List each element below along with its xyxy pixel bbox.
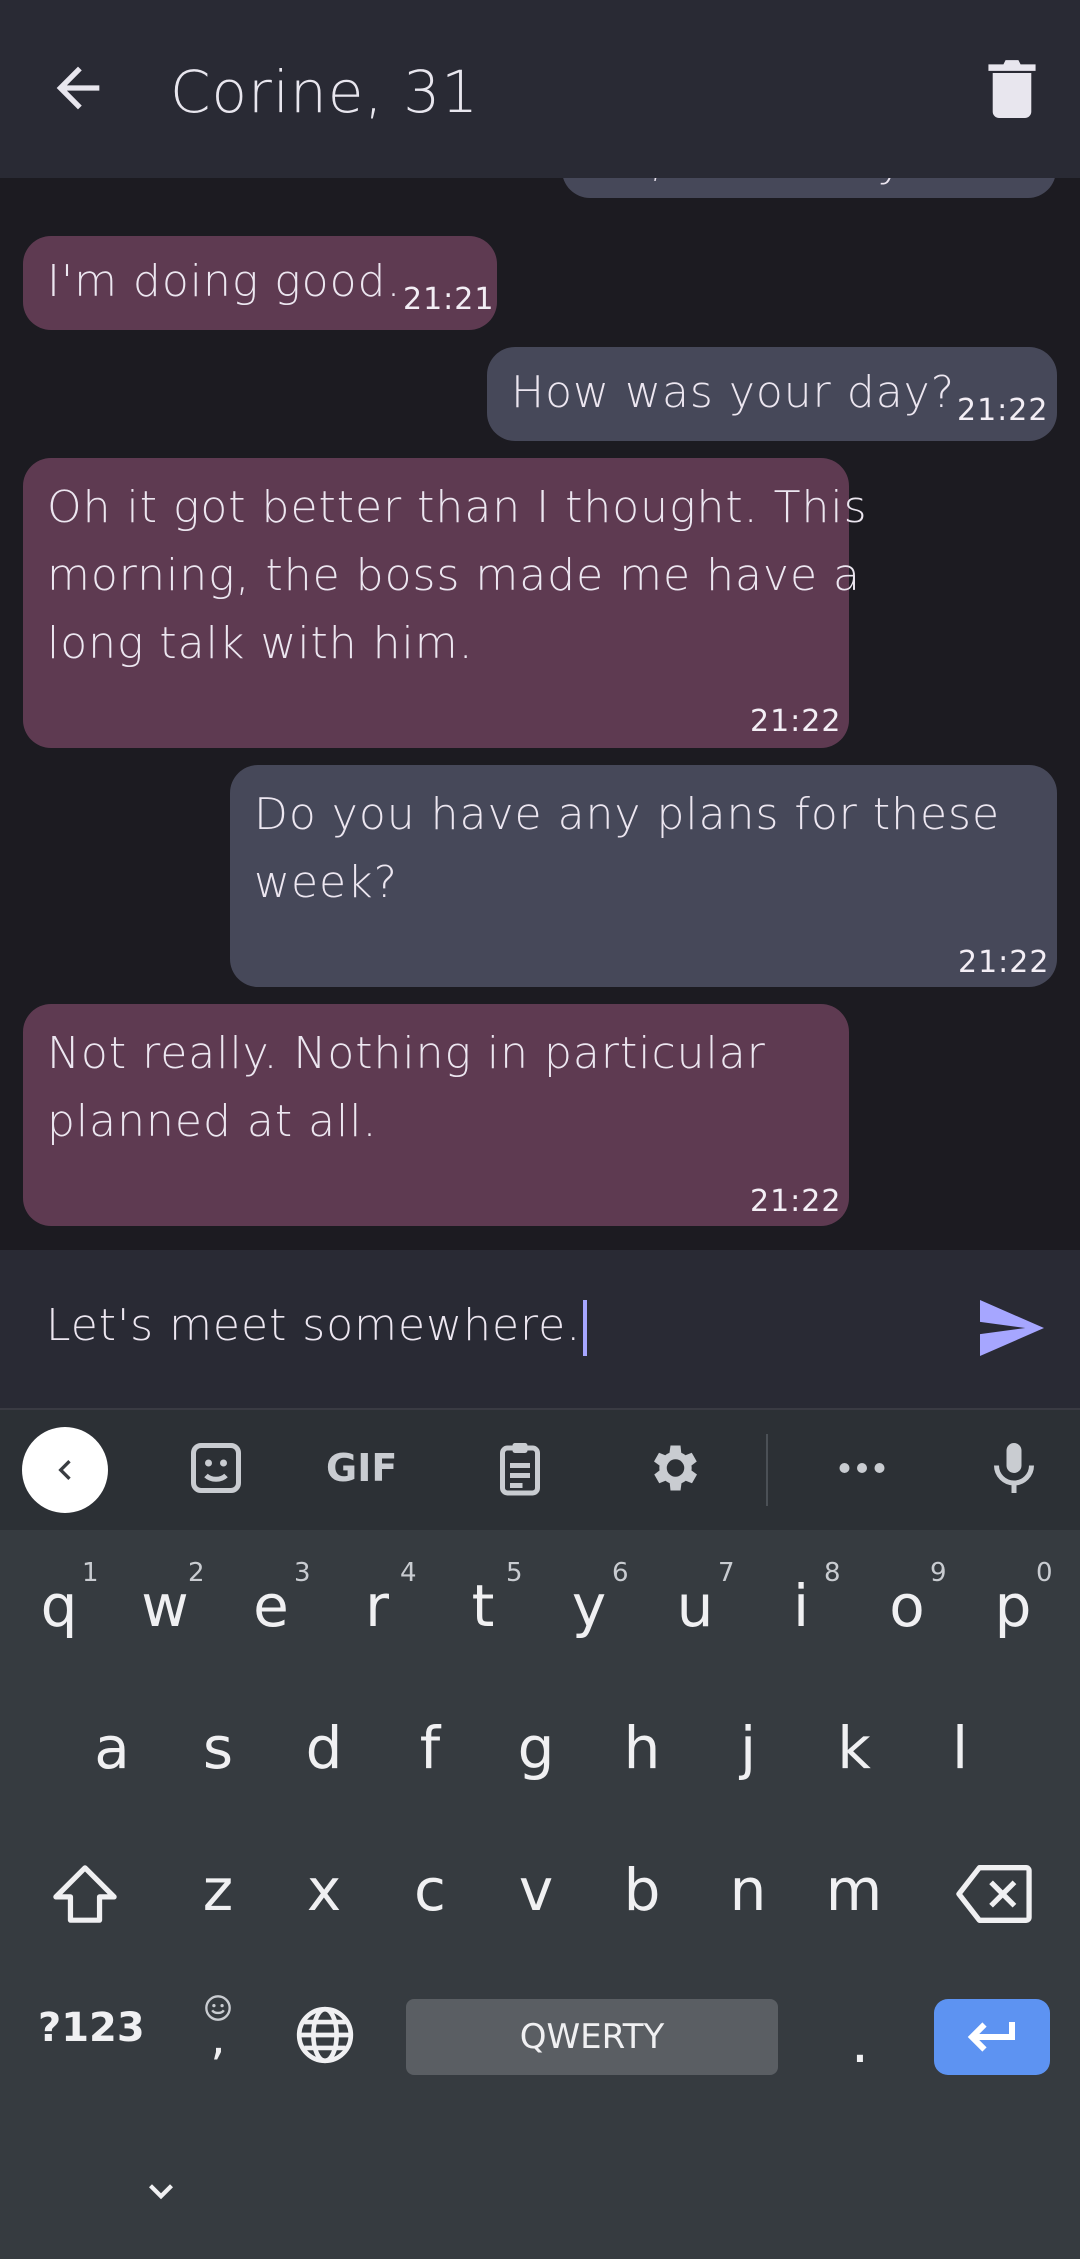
message-incoming[interactable]: Oh it got better than I thought. This mo… [23,458,867,748]
keyboard: GIF [0,1410,1080,2259]
clipboard-icon[interactable] [490,1438,550,1498]
sticker-icon[interactable] [186,1438,246,1498]
period-key[interactable]: . [810,2008,910,2076]
key-l[interactable]: l [910,1714,1010,1782]
mic-icon[interactable] [984,1438,1044,1498]
message-list[interactable]: Hi, how are you? 21:21 I'm doing good. 2… [0,178,1080,1250]
key-hint: 9 [930,1558,947,1588]
message-composer: Let's meet somewhere. [0,1250,1080,1410]
key-d[interactable]: d [274,1714,374,1782]
message-text: Hi, how are you? [602,178,985,196]
symbols-key[interactable]: ?123 [38,2005,145,2051]
toolbar-divider [766,1434,768,1506]
key-j[interactable]: j [698,1714,798,1782]
key-g[interactable]: g [486,1714,586,1782]
more-icon[interactable] [832,1438,892,1498]
key-a[interactable]: a [62,1714,162,1782]
key-n[interactable]: n [698,1856,798,1924]
message-time: 21:22 [957,393,1049,428]
gear-icon[interactable] [643,1438,703,1498]
key-h[interactable]: h [592,1714,692,1782]
send-icon[interactable] [980,1300,1044,1356]
key-v[interactable]: v [486,1856,586,1924]
message-text: Do you have any plans for these week? [254,789,1001,908]
back-arrow-icon[interactable] [46,56,110,120]
message-text: Oh it got better than I thought. This mo… [47,482,868,669]
key-hint: 7 [718,1558,735,1588]
key-z[interactable]: z [168,1856,268,1924]
key-hint: 5 [506,1558,523,1588]
keyboard-toolbar: GIF [0,1410,1080,1530]
message-time: 21:21 [403,282,495,317]
backspace-icon[interactable] [956,1864,1032,1924]
message-input[interactable]: Let's meet somewhere. [46,1300,588,1356]
text-caret [583,1300,588,1356]
message-incoming[interactable]: I'm doing good. 21:21 [23,236,497,330]
enter-icon [967,2022,1015,2052]
key-hint: 6 [612,1558,629,1588]
globe-icon[interactable] [294,2004,356,2066]
key-x[interactable]: x [274,1856,374,1924]
message-text: I'm doing good. [47,256,402,307]
enter-key[interactable] [934,1999,1050,2075]
key-hint: 1 [82,1558,99,1588]
key-hint: 3 [294,1558,311,1588]
message-outgoing[interactable]: How was your day? 21:22 [487,347,1057,441]
message-time: 21:22 [750,704,842,739]
collapse-chevron-icon[interactable] [22,1427,108,1513]
key-hint: 0 [1036,1558,1053,1588]
key-m[interactable]: m [804,1856,904,1924]
message-text: Not really. Nothing in particular planne… [47,1028,766,1147]
key-k[interactable]: k [804,1714,904,1782]
message-time: 21:21 [962,178,1053,196]
shift-icon[interactable] [50,1862,120,1926]
message-incoming[interactable]: Not really. Nothing in particular planne… [23,1004,849,1226]
key-b[interactable]: b [592,1856,692,1924]
gif-button[interactable]: GIF [326,1446,397,1490]
message-time: 21:22 [750,1184,842,1219]
message-time: 21:22 [958,945,1050,980]
space-bar[interactable]: QWERTY [406,1999,778,2075]
key-s[interactable]: s [168,1714,268,1782]
message-outgoing[interactable]: Hi, how are you? 21:21 [562,178,1056,198]
key-c[interactable]: c [380,1856,480,1924]
key-hint: 2 [188,1558,205,1588]
key-hint: 8 [824,1558,841,1588]
trash-icon[interactable] [986,58,1038,118]
hide-keyboard-icon[interactable] [140,2170,182,2212]
message-text: How was your day? [511,367,956,418]
key-f[interactable]: f [380,1714,480,1782]
key-hint: 4 [400,1558,417,1588]
page-title: Corine, 31 [170,58,480,126]
comma-key[interactable]: , [168,2010,268,2066]
message-outgoing[interactable]: Do you have any plans for these week? 21… [230,765,1057,987]
app-bar: Corine, 31 [0,0,1080,178]
